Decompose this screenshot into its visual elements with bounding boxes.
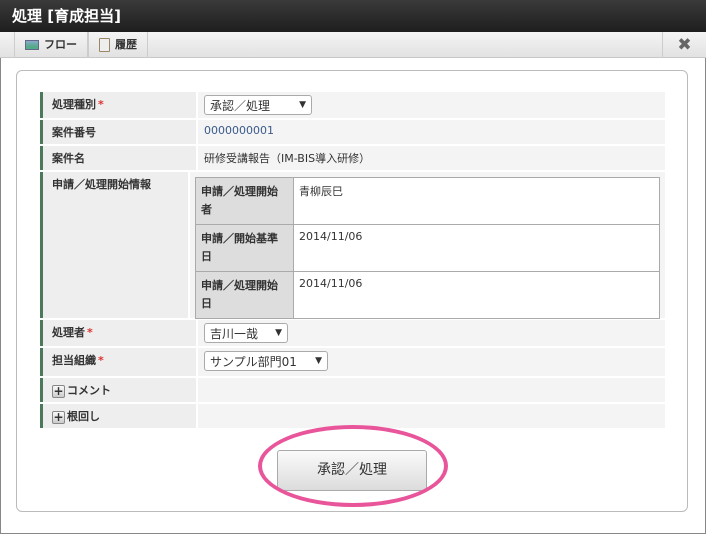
matter-number-value: 0000000001: [198, 120, 665, 144]
plus-icon: +: [52, 409, 65, 424]
row-org: 担当組織 * サンプル部門01 ▼: [40, 348, 665, 376]
row-process-type: 処理種別 * 承認／処理 ▼: [40, 92, 665, 118]
flow-image-icon: [25, 40, 39, 50]
start-info-table: 申請／処理開始者 青柳辰巳 申請／開始基準日 2014/11/06 申請／処理開始日…: [195, 177, 660, 319]
history-button[interactable]: 履歴: [88, 32, 148, 58]
dialog-title: 処理 [育成担当]: [0, 0, 706, 32]
flow-label: フロー: [44, 38, 77, 51]
close-button[interactable]: ✖: [662, 32, 706, 58]
required-mark: *: [98, 98, 104, 111]
row-matter-name: 案件名 研修受講報告（IM-BIS導入研修）: [40, 146, 665, 170]
starter-value: 青柳辰巳: [293, 177, 660, 225]
row-start-info: 申請／処理開始情報 申請／処理開始者 青柳辰巳 申請／開始基準日 2014/11/0…: [40, 172, 665, 319]
row-nemawashi: + 根回し: [40, 404, 665, 428]
table-row: 申請／処理開始日 2014/11/06: [195, 271, 660, 319]
approve-button[interactable]: 承認／処理: [277, 450, 427, 491]
org-select[interactable]: サンプル部門01 ▼: [204, 351, 328, 371]
history-label: 履歴: [115, 38, 137, 51]
org-value: サンプル部門01: [210, 354, 297, 369]
dropdown-arrow-icon: ▼: [315, 356, 322, 366]
start-info-label: 申請／処理開始情報: [40, 172, 188, 318]
nemawashi-label: 根回し: [67, 410, 100, 423]
start-date-label: 申請／処理開始日: [195, 271, 294, 319]
org-label: 担当組織: [52, 354, 96, 367]
process-type-value: 承認／処理: [210, 98, 271, 113]
comment-label: コメント: [67, 384, 111, 397]
row-matter-number: 案件番号 0000000001: [40, 120, 665, 144]
dropdown-arrow-icon: ▼: [275, 328, 282, 338]
flow-button[interactable]: フロー: [14, 32, 88, 58]
matter-name-label: 案件名: [40, 146, 196, 170]
toolbar: フロー 履歴 ✖: [0, 32, 706, 58]
start-date-value: 2014/11/06: [293, 271, 660, 319]
process-type-label: 処理種別: [52, 98, 96, 111]
dropdown-arrow-icon: ▼: [299, 100, 306, 110]
nemawashi-toggle[interactable]: + 根回し: [40, 404, 196, 428]
required-mark: *: [87, 326, 93, 339]
row-comment: + コメント: [40, 378, 665, 402]
plus-icon: +: [52, 383, 65, 398]
table-row: 申請／処理開始者 青柳辰巳: [195, 177, 660, 225]
clipboard-clock-icon: [99, 38, 110, 52]
comment-toggle[interactable]: + コメント: [40, 378, 196, 402]
processor-value: 吉川一哉: [210, 326, 259, 341]
required-mark: *: [98, 354, 104, 367]
processor-label: 処理者: [52, 326, 85, 339]
row-processor: 処理者 * 吉川一哉 ▼: [40, 320, 665, 346]
base-date-label: 申請／開始基準日: [195, 224, 294, 272]
matter-name-value: 研修受講報告（IM-BIS導入研修）: [198, 146, 665, 170]
starter-label: 申請／処理開始者: [195, 177, 294, 225]
matter-number-label: 案件番号: [40, 120, 196, 144]
base-date-value: 2014/11/06: [293, 224, 660, 272]
table-row: 申請／開始基準日 2014/11/06: [195, 224, 660, 272]
processor-select[interactable]: 吉川一哉 ▼: [204, 323, 288, 343]
process-type-select[interactable]: 承認／処理 ▼: [204, 95, 312, 115]
